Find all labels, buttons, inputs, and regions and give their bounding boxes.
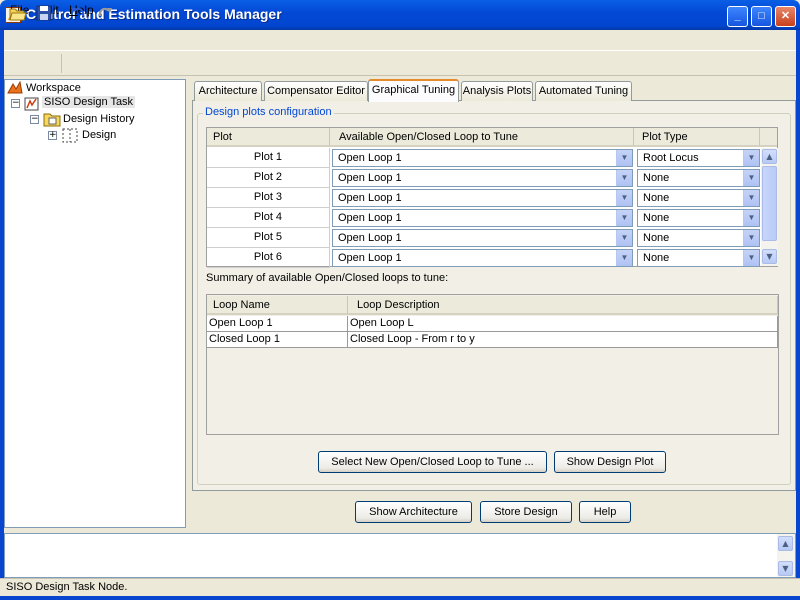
loop-select[interactable]: Open Loop 1 ▼ xyxy=(332,209,633,227)
chevron-down-icon[interactable]: ▼ xyxy=(616,230,632,246)
plot-type-select-value: None xyxy=(643,192,670,204)
tree-item-design-history[interactable]: Design History xyxy=(63,113,135,125)
store-design-button[interactable]: Store Design xyxy=(480,501,572,523)
column-header-loop[interactable]: Available Open/Closed Loop to Tune xyxy=(330,128,634,147)
chevron-down-icon[interactable]: ▼ xyxy=(743,210,759,226)
expand-toggle-icon[interactable]: + xyxy=(48,131,57,140)
chevron-down-icon[interactable]: ▼ xyxy=(616,150,632,166)
design-task-icon xyxy=(24,97,39,111)
plot-name-cell: Plot 5 xyxy=(207,228,330,248)
summary-label: Summary of available Open/Closed loops t… xyxy=(206,272,449,284)
chevron-down-icon[interactable]: ▼ xyxy=(743,150,759,166)
select-new-loop-button[interactable]: Select New Open/Closed Loop to Tune ... xyxy=(318,451,547,473)
plot-type-select-value: Root Locus xyxy=(643,152,699,164)
plot-type-select[interactable]: Root Locus ▼ xyxy=(637,149,760,167)
tree-item-siso-design-task[interactable]: SISO Design Task xyxy=(42,96,136,108)
chevron-down-icon[interactable]: ▼ xyxy=(743,190,759,206)
folder-icon xyxy=(43,113,61,127)
plot-type-select-value: None xyxy=(643,212,670,224)
loop-select[interactable]: Open Loop 1 ▼ xyxy=(332,229,633,247)
tree-item-workspace[interactable]: Workspace xyxy=(26,82,81,94)
matlab-icon xyxy=(7,81,23,94)
loop-description-cell[interactable]: Open Loop L xyxy=(348,316,778,332)
plot-name-cell: Plot 2 xyxy=(207,168,330,188)
scroll-up-icon[interactable]: ▲ xyxy=(762,149,777,164)
plot-type-select[interactable]: None ▼ xyxy=(637,189,760,207)
chevron-down-icon[interactable]: ▼ xyxy=(616,250,632,266)
design-plots-group-title: Design plots configuration xyxy=(203,106,334,118)
loop-name-cell[interactable]: Open Loop 1 xyxy=(207,316,348,332)
plot-type-select[interactable]: None ▼ xyxy=(637,249,760,267)
column-header-plot-type[interactable]: Plot Type xyxy=(634,128,760,147)
open-folder-icon[interactable] xyxy=(9,4,27,22)
loop-select-value: Open Loop 1 xyxy=(338,232,402,244)
plot-name-cell: Plot 1 xyxy=(207,148,330,168)
tab-architecture[interactable]: Architecture xyxy=(194,81,262,101)
plot-type-select[interactable]: None ▼ xyxy=(637,169,760,187)
show-design-plot-button[interactable]: Show Design Plot xyxy=(554,451,666,473)
plot-type-select[interactable]: None ▼ xyxy=(637,209,760,227)
maximize-button[interactable]: □ xyxy=(751,6,772,27)
show-architecture-button[interactable]: Show Architecture xyxy=(355,501,472,523)
plot-name-cell: Plot 6 xyxy=(207,248,330,268)
tab-graphical-tuning[interactable]: Graphical Tuning xyxy=(368,79,459,102)
plot-type-select[interactable]: None ▼ xyxy=(637,229,760,247)
plot-name-cell: Plot 4 xyxy=(207,208,330,228)
status-text: SISO Design Task Node. xyxy=(6,581,128,593)
collapse-toggle-icon[interactable]: − xyxy=(11,99,20,108)
column-header-plot[interactable]: Plot xyxy=(207,128,330,147)
loop-select-value: Open Loop 1 xyxy=(338,152,402,164)
toolbar-separator xyxy=(61,54,62,73)
loop-name-cell[interactable]: Closed Loop 1 xyxy=(207,332,348,348)
scroll-down-icon[interactable]: ▼ xyxy=(762,249,777,264)
tab-automated-tuning[interactable]: Automated Tuning xyxy=(535,81,632,101)
undo-icon[interactable] xyxy=(69,4,87,22)
loop-select-value: Open Loop 1 xyxy=(338,252,402,264)
plot-type-select-value: None xyxy=(643,232,670,244)
loop-select-value: Open Loop 1 xyxy=(338,172,402,184)
chevron-down-icon[interactable]: ▼ xyxy=(616,210,632,226)
window-frame-right xyxy=(796,30,800,600)
loop-description-cell[interactable]: Closed Loop - From r to y xyxy=(348,332,778,348)
column-header-loop-description[interactable]: Loop Description xyxy=(348,296,778,315)
plot-type-select-value: None xyxy=(643,172,670,184)
window-frame-bottom xyxy=(0,596,800,600)
design-node-icon xyxy=(62,128,78,143)
tab-analysis-plots[interactable]: Analysis Plots xyxy=(461,81,533,101)
scroll-down-icon[interactable]: ▼ xyxy=(778,561,793,576)
help-button[interactable]: Help xyxy=(579,501,631,523)
save-icon[interactable] xyxy=(35,4,53,22)
workspace-tree xyxy=(4,79,186,528)
collapse-toggle-icon[interactable]: − xyxy=(30,115,39,124)
menu-bar xyxy=(4,30,796,49)
message-text-area[interactable] xyxy=(4,533,796,578)
redo-icon[interactable] xyxy=(96,4,114,22)
tree-item-design[interactable]: Design xyxy=(82,129,116,141)
plot-type-select-value: None xyxy=(643,252,670,264)
loop-select[interactable]: Open Loop 1 ▼ xyxy=(332,169,633,187)
toolbar xyxy=(4,50,796,76)
close-button[interactable]: ✕ xyxy=(775,6,796,27)
scroll-up-icon[interactable]: ▲ xyxy=(778,536,793,551)
chevron-down-icon[interactable]: ▼ xyxy=(743,250,759,266)
tab-compensator-editor[interactable]: Compensator Editor xyxy=(264,81,368,101)
chevron-down-icon[interactable]: ▼ xyxy=(616,170,632,186)
loop-select-value: Open Loop 1 xyxy=(338,212,402,224)
loop-select-value: Open Loop 1 xyxy=(338,192,402,204)
chevron-down-icon[interactable]: ▼ xyxy=(743,230,759,246)
column-header-loop-name[interactable]: Loop Name xyxy=(207,296,348,315)
minimize-button[interactable]: _ xyxy=(727,6,748,27)
loop-select[interactable]: Open Loop 1 ▼ xyxy=(332,189,633,207)
scrollbar-thumb[interactable] xyxy=(762,166,777,241)
chevron-down-icon[interactable]: ▼ xyxy=(616,190,632,206)
plot-name-cell: Plot 3 xyxy=(207,188,330,208)
chevron-down-icon[interactable]: ▼ xyxy=(743,170,759,186)
loop-select[interactable]: Open Loop 1 ▼ xyxy=(332,149,633,167)
column-header-corner xyxy=(760,128,777,147)
loop-select[interactable]: Open Loop 1 ▼ xyxy=(332,249,633,267)
window-title: Control and Estimation Tools Manager xyxy=(26,6,282,22)
